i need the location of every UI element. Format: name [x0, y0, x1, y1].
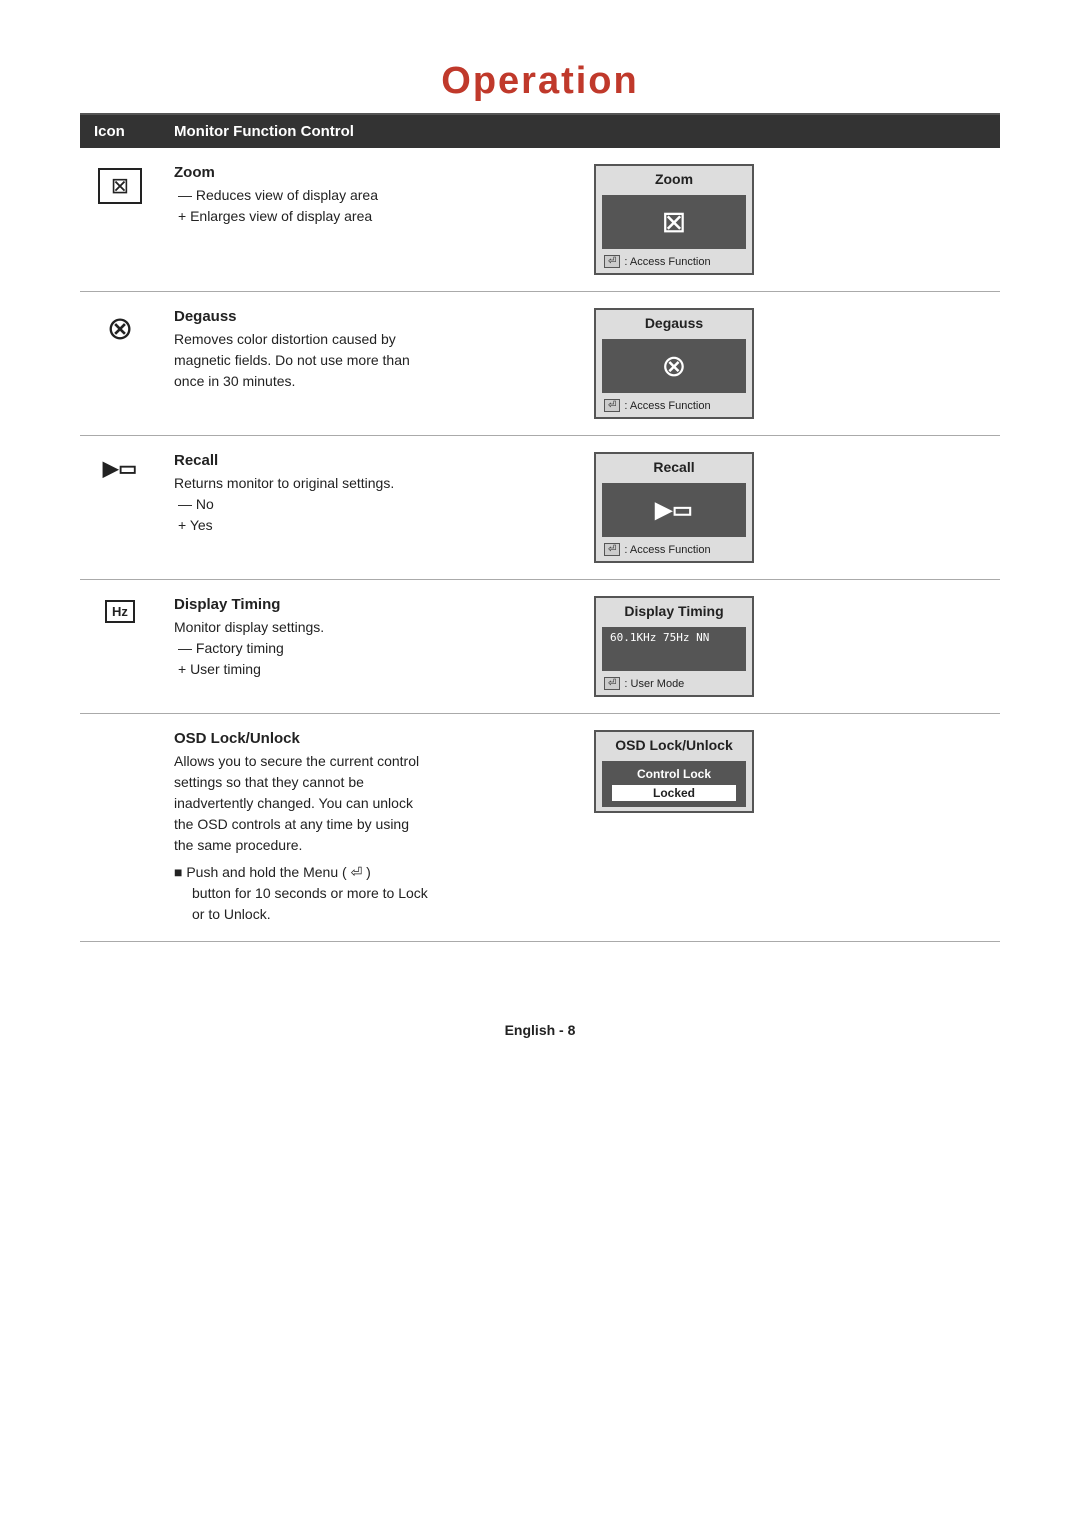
desc-line: + Yes: [174, 515, 566, 536]
preview-title: Recall: [596, 454, 752, 479]
preview-degauss-icon: ⊗: [661, 349, 686, 384]
footer-text: English - 8: [505, 1022, 576, 1038]
preview-box: Display Timing 60.1KHz 75Hz NN ⏎ : User …: [594, 596, 754, 697]
function-cell: Degauss Removes color distortion caused …: [160, 292, 580, 436]
preview-recall-icon: ▶▭: [655, 497, 693, 523]
function-cell: Recall Returns monitor to original setti…: [160, 436, 580, 580]
table-row: Hz Display Timing Monitor display settin…: [80, 580, 1000, 714]
preview-box: Zoom ⊠ ⏎ : Access Function: [594, 164, 754, 275]
preview-inner: 60.1KHz 75Hz NN: [602, 627, 746, 671]
desc-line: or to Unlock.: [174, 904, 566, 925]
preview-zoom-icon: ⊠: [661, 205, 686, 240]
preview-footer: ⏎ : Access Function: [596, 541, 752, 561]
preview-title: Display Timing: [596, 598, 752, 623]
table-body: ⊠ Zoom — Reduces view of display area+ E…: [80, 148, 1000, 942]
function-cell: Display Timing Monitor display settings.…: [160, 580, 580, 714]
zoom-icon: ⊠: [98, 168, 142, 204]
func-desc: — Reduces view of display area+ Enlarges…: [174, 185, 566, 227]
icon-cell: Hz: [80, 580, 160, 714]
desc-line: button for 10 seconds or more to Lock: [174, 883, 566, 904]
enter-icon: ⏎: [604, 543, 620, 556]
enter-icon: ⏎: [604, 399, 620, 412]
func-name: Recall: [174, 452, 566, 469]
preview-title: OSD Lock/Unlock: [596, 732, 752, 757]
func-name: Display Timing: [174, 596, 566, 613]
hz-icon: Hz: [105, 600, 135, 623]
preview-footer: ⏎ : Access Function: [596, 397, 752, 417]
func-desc: Returns monitor to original settings.— N…: [174, 473, 566, 536]
preview-inner: Control Lock Locked: [602, 761, 746, 807]
desc-line: the same procedure.: [174, 835, 566, 856]
func-name: OSD Lock/Unlock: [174, 730, 566, 747]
preview-cell: OSD Lock/Unlock Control Lock Locked: [580, 714, 1000, 942]
preview-footer: ⏎ : Access Function: [596, 253, 752, 273]
desc-line: settings so that they cannot be: [174, 772, 566, 793]
func-desc: Allows you to secure the current control…: [174, 751, 566, 925]
page-footer: English - 8: [80, 1022, 1000, 1038]
preview-cell: Zoom ⊠ ⏎ : Access Function: [580, 148, 1000, 292]
preview-cell: Degauss ⊗ ⏎ : Access Function: [580, 292, 1000, 436]
col-icon-header: Icon: [80, 115, 160, 148]
desc-line: magnetic fields. Do not use more than: [174, 350, 566, 371]
preview-footer-text: : Access Function: [624, 256, 710, 268]
preview-footer-text: : User Mode: [624, 678, 684, 690]
preview-box: Degauss ⊗ ⏎ : Access Function: [594, 308, 754, 419]
preview-cell: Display Timing 60.1KHz 75Hz NN ⏎ : User …: [580, 580, 1000, 714]
page-title: Operation: [80, 60, 1000, 103]
preview-title: Degauss: [596, 310, 752, 335]
icon-cell: [80, 714, 160, 942]
preview-cell: Recall ▶▭ ⏎ : Access Function: [580, 436, 1000, 580]
function-cell: OSD Lock/Unlock Allows you to secure the…: [160, 714, 580, 942]
preview-timing-text: 60.1KHz 75Hz NN: [610, 631, 738, 644]
func-desc: Monitor display settings.— Factory timin…: [174, 617, 566, 680]
icon-cell: ⊗: [80, 292, 160, 436]
func-desc: Removes color distortion caused bymagnet…: [174, 329, 566, 392]
desc-line: Returns monitor to original settings.: [174, 473, 566, 494]
function-table: Icon Monitor Function Control ⊠ Zoom — R…: [80, 115, 1000, 942]
preview-title: Zoom: [596, 166, 752, 191]
enter-icon: ⏎: [604, 677, 620, 690]
table-row: ⊠ Zoom — Reduces view of display area+ E…: [80, 148, 1000, 292]
desc-line: Allows you to secure the current control: [174, 751, 566, 772]
desc-line: Monitor display settings.: [174, 617, 566, 638]
enter-icon: ⏎: [604, 255, 620, 268]
icon-cell: ⊠: [80, 148, 160, 292]
function-cell: Zoom — Reduces view of display area+ Enl…: [160, 148, 580, 292]
preview-inner: ▶▭: [602, 483, 746, 537]
preview-inner: ⊗: [602, 339, 746, 393]
preview-inner: ⊠: [602, 195, 746, 249]
lock-badge: Locked: [612, 785, 736, 801]
desc-line: inadvertently changed. You can unlock: [174, 793, 566, 814]
preview-footer-text: : Access Function: [624, 544, 710, 556]
lock-title: Control Lock: [612, 767, 736, 781]
col-function-header: Monitor Function Control: [160, 115, 1000, 148]
desc-line: once in 30 minutes.: [174, 371, 566, 392]
desc-line: Removes color distortion caused by: [174, 329, 566, 350]
table-row: OSD Lock/Unlock Allows you to secure the…: [80, 714, 1000, 942]
preview-footer: ⏎ : User Mode: [596, 675, 752, 695]
icon-cell: ▶▭: [80, 436, 160, 580]
preview-footer-text: : Access Function: [624, 400, 710, 412]
desc-line: — Factory timing: [174, 638, 566, 659]
desc-line: — No: [174, 494, 566, 515]
preview-box: OSD Lock/Unlock Control Lock Locked: [594, 730, 754, 813]
desc-line: ■ Push and hold the Menu ( ⏎ ): [174, 862, 566, 883]
table-row: ⊗ Degauss Removes color distortion cause…: [80, 292, 1000, 436]
preview-box: Recall ▶▭ ⏎ : Access Function: [594, 452, 754, 563]
desc-line: + User timing: [174, 659, 566, 680]
degauss-icon: ⊗: [107, 310, 134, 346]
table-row: ▶▭ Recall Returns monitor to original se…: [80, 436, 1000, 580]
page-container: Operation Icon Monitor Function Control …: [0, 0, 1080, 1528]
table-header: Icon Monitor Function Control: [80, 115, 1000, 148]
desc-line: + Enlarges view of display area: [174, 206, 566, 227]
func-name: Degauss: [174, 308, 566, 325]
recall-icon: ▶▭: [103, 458, 137, 480]
desc-line: the OSD controls at any time by using: [174, 814, 566, 835]
desc-line: — Reduces view of display area: [174, 185, 566, 206]
func-name: Zoom: [174, 164, 566, 181]
